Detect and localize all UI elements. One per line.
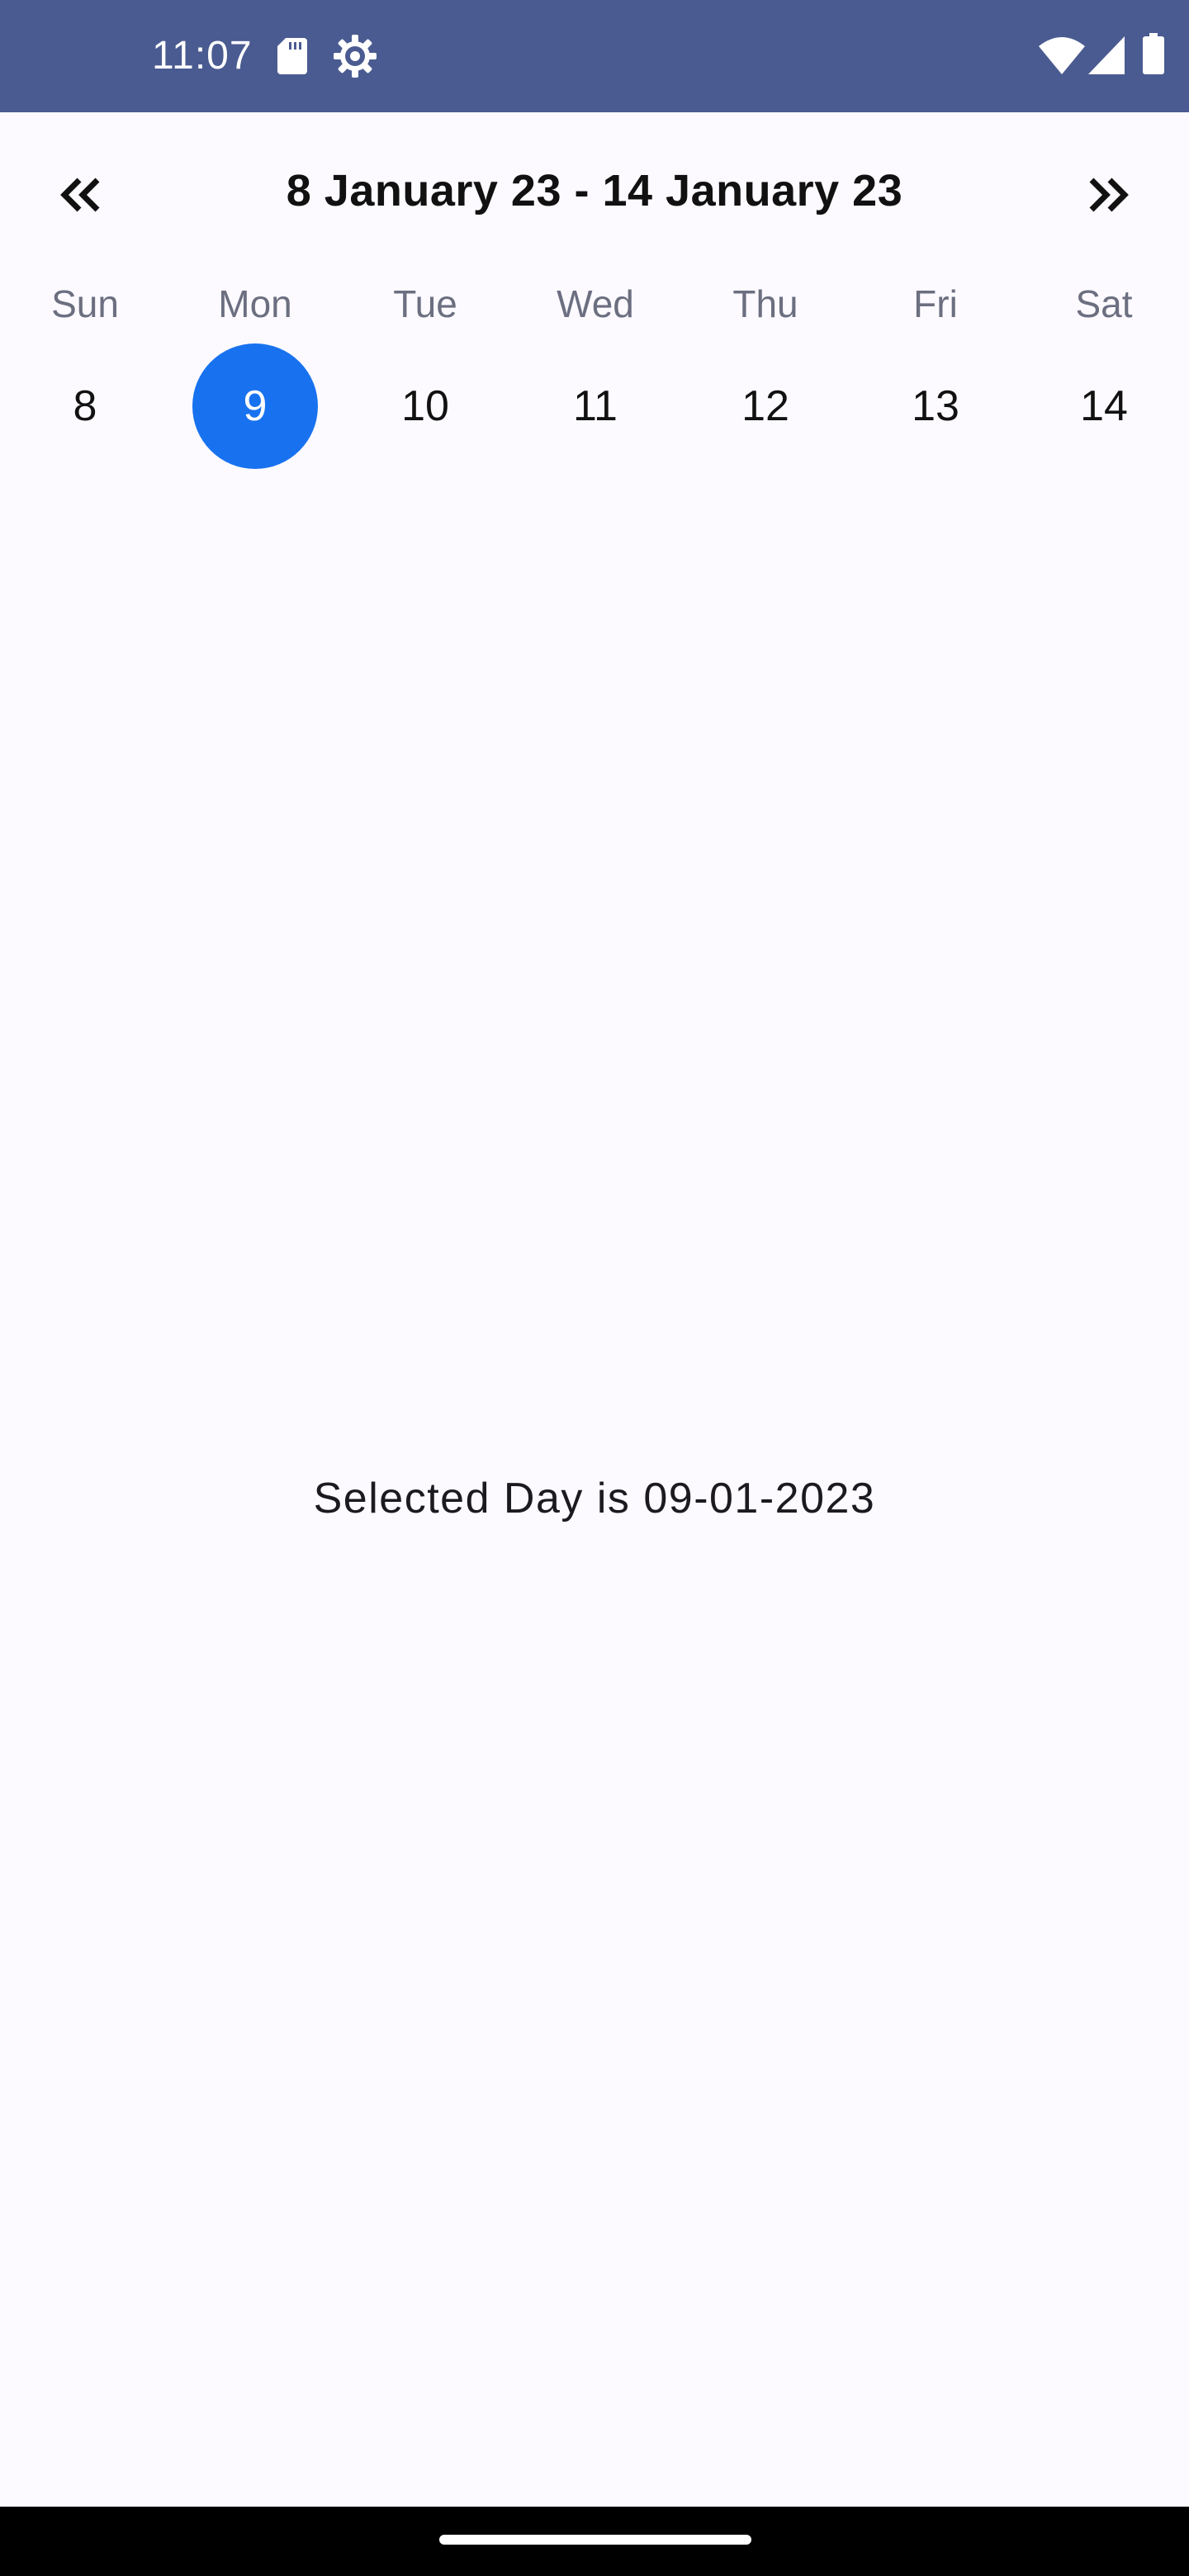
day-column-sun: Sun 8 xyxy=(0,272,170,479)
day-cell[interactable]: 12 xyxy=(703,343,828,469)
day-number: 14 xyxy=(1080,382,1128,430)
double-chevron-left-icon xyxy=(60,178,100,212)
week-range-title: 8 January 23 - 14 January 23 xyxy=(286,166,903,215)
day-name-label: Fri xyxy=(913,282,958,325)
status-bar: 11:07 xyxy=(0,0,1189,112)
day-number: 8 xyxy=(73,382,97,430)
cell-signal-icon xyxy=(1088,36,1125,74)
next-week-button[interactable] xyxy=(1059,145,1158,244)
day-number: 11 xyxy=(573,382,618,430)
day-name-label: Wed xyxy=(557,282,634,325)
settings-gear-icon xyxy=(334,35,377,78)
day-number: 13 xyxy=(912,382,959,430)
status-time: 11:07 xyxy=(152,34,253,78)
day-name-label: Sat xyxy=(1075,282,1133,325)
home-gesture-handle[interactable] xyxy=(439,2535,751,2545)
day-cell-selected[interactable]: 9 xyxy=(192,343,318,469)
day-name-label: Sun xyxy=(51,282,119,325)
day-number: 10 xyxy=(401,382,449,430)
day-column-fri: Fri 13 xyxy=(850,272,1021,479)
sd-card-icon xyxy=(277,38,307,74)
wifi-icon xyxy=(1039,37,1085,74)
day-cell[interactable]: 10 xyxy=(362,343,488,469)
day-number: 9 xyxy=(243,382,268,430)
day-name-label: Tue xyxy=(393,282,457,325)
day-column-mon: Mon 9 xyxy=(170,272,340,479)
day-number: 12 xyxy=(741,382,789,430)
day-column-tue: Tue 10 xyxy=(340,272,510,479)
day-name-label: Mon xyxy=(218,282,292,325)
day-column-sat: Sat 14 xyxy=(1019,272,1189,479)
day-column-thu: Thu 12 xyxy=(680,272,850,479)
day-name-label: Thu xyxy=(732,282,798,325)
day-cell[interactable]: 8 xyxy=(22,343,148,469)
day-cell[interactable]: 11 xyxy=(533,343,658,469)
system-navigation-bar xyxy=(0,2507,1189,2576)
day-cell[interactable]: 13 xyxy=(873,343,998,469)
previous-week-button[interactable] xyxy=(31,145,130,244)
double-chevron-right-icon xyxy=(1089,178,1129,212)
day-cell[interactable]: 14 xyxy=(1041,343,1167,469)
battery-icon xyxy=(1143,33,1164,74)
selected-day-text: Selected Day is 09-01-2023 xyxy=(313,1475,876,1522)
day-column-wed: Wed 11 xyxy=(510,272,680,479)
